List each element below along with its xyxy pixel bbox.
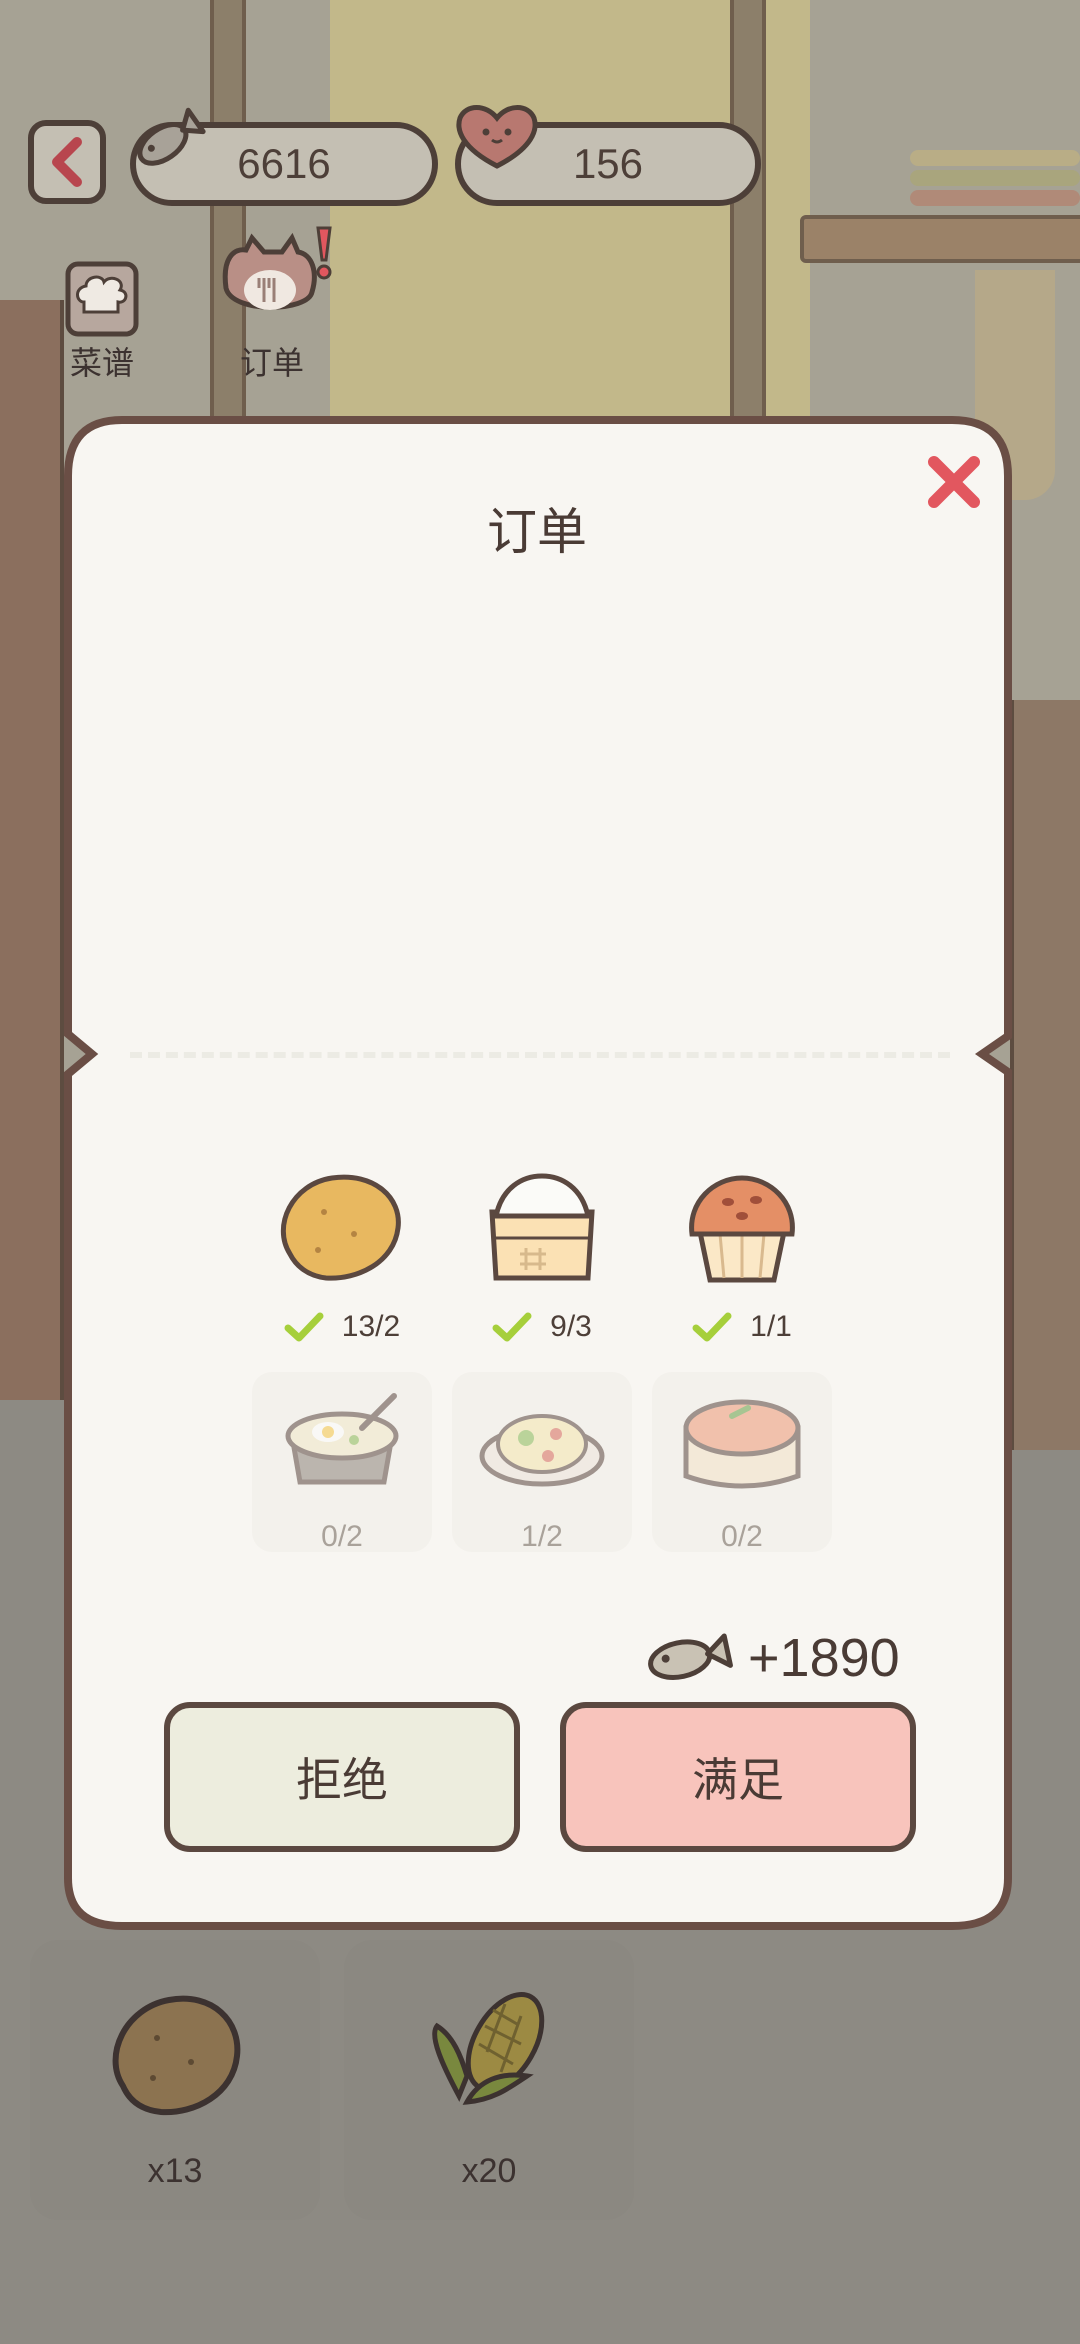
flour-sack-icon [489,1173,595,1281]
wall-shelf [800,215,1080,263]
dish-fried-rice[interactable]: 1/2 [452,1372,632,1553]
window-frame-right [730,0,766,420]
inventory-slot-potato[interactable]: x13 [30,1940,320,2220]
ingredient-count: 1/1 [750,1310,792,1343]
tab-recipes-label: 菜谱 [69,344,134,382]
dish-count: 0/2 [321,1520,363,1553]
tab-orders-label: 订单 [239,344,304,382]
inventory-qty: x20 [461,2152,517,2190]
fish-icon [648,1633,733,1680]
heart-face-icon [456,105,538,169]
fried-rice-icon [479,1414,605,1487]
check-icon [692,1312,732,1342]
ingredient-muffin: 1/1 [662,1162,822,1344]
inventory-slot-corn[interactable]: x20 [344,1940,634,2220]
chef-hat-icon [65,261,139,337]
right-cabinet [1010,700,1080,1450]
fulfill-button[interactable]: 满足 [560,1702,916,1852]
fish-icon [137,107,206,166]
left-cabinet [0,300,64,1400]
potato-icon [280,1174,401,1281]
order-dialog-title: 订单 [487,503,587,561]
stew-pot-icon [285,1393,399,1485]
alert-exclamation-icon [316,226,332,280]
dish-count: 0/2 [721,1520,763,1553]
order-dialog: 订单 13/2 9/3 1/1 0/2 1/2 0/2 +1890 拒绝 满足 [62,412,1012,1934]
muffin-icon [689,1175,795,1283]
dish-count: 1/2 [521,1520,563,1553]
dish-cake[interactable]: 0/2 [652,1372,832,1553]
heart-currency-value: 156 [572,140,644,187]
ingredient-potato: 13/2 [262,1162,422,1344]
reject-button[interactable]: 拒绝 [164,1702,520,1852]
order-reward: +1890 [642,1622,900,1694]
ingredient-flour: 9/3 [462,1162,622,1344]
inventory-qty: x13 [147,2152,203,2190]
corn-icon [432,1992,545,2105]
cake-icon [683,1399,801,1489]
fulfill-button-label: 满足 [692,1753,784,1807]
dashed-divider [130,1052,950,1058]
close-icon[interactable] [922,450,986,514]
check-icon [284,1312,324,1342]
ingredient-count: 9/3 [550,1310,592,1343]
reject-button-label: 拒绝 [296,1753,388,1807]
fish-currency-value: 6616 [237,140,331,187]
reward-amount: +1890 [748,1628,900,1688]
potato-icon [112,1995,241,2116]
folded-towels [910,150,1080,210]
ingredient-count: 13/2 [341,1310,401,1343]
dish-stew[interactable]: 0/2 [252,1372,432,1553]
chevron-left-icon [52,137,82,187]
back-button[interactable] [28,120,106,204]
check-icon [492,1312,532,1342]
